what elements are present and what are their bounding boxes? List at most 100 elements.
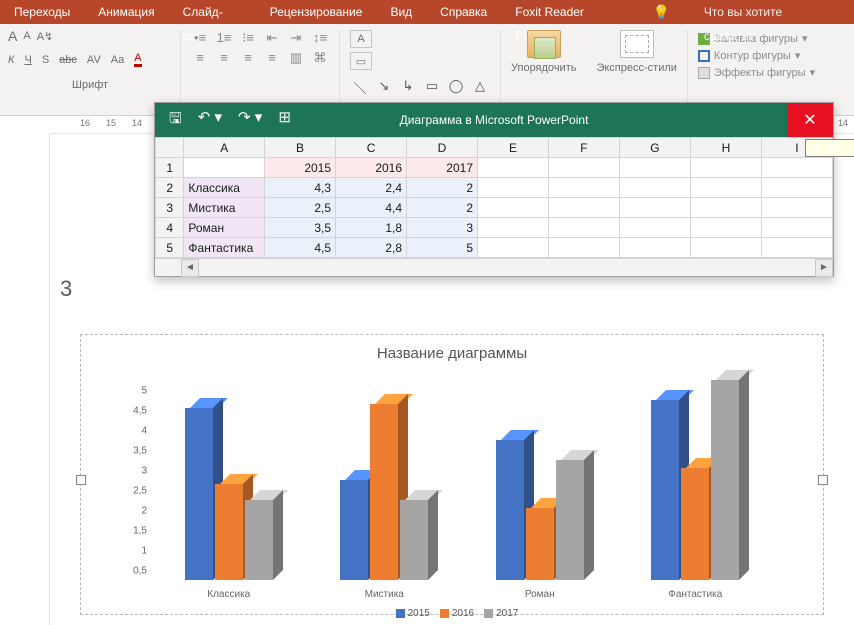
cell[interactable]: Роман: [184, 218, 265, 238]
cell[interactable]: [619, 158, 690, 178]
shrink-font-icon[interactable]: A: [23, 30, 30, 42]
cell[interactable]: 2017: [407, 158, 478, 178]
align-right-icon[interactable]: ≡: [239, 50, 257, 66]
italic-button[interactable]: К: [8, 54, 14, 66]
tab-view[interactable]: Вид: [376, 0, 426, 24]
shape-arrow-icon[interactable]: ↘: [374, 78, 394, 97]
bar-2015[interactable]: [185, 408, 213, 580]
char-spacing-button[interactable]: AV: [87, 54, 101, 66]
cell[interactable]: [184, 158, 265, 178]
cell[interactable]: 4,4: [336, 198, 407, 218]
legend-label[interactable]: 2016: [452, 608, 474, 619]
cell[interactable]: [619, 198, 690, 218]
row-header[interactable]: 1: [156, 158, 184, 178]
cell[interactable]: [761, 178, 832, 198]
cell[interactable]: [548, 178, 619, 198]
shape-line-icon[interactable]: ＼: [350, 78, 370, 97]
underline-button[interactable]: Ч: [24, 54, 31, 66]
bar-2016[interactable]: [681, 468, 709, 580]
bar-2016[interactable]: [215, 484, 243, 580]
shadow-button[interactable]: S: [42, 54, 49, 66]
shape-triangle-icon[interactable]: △: [470, 78, 490, 97]
column-header[interactable]: E: [478, 138, 549, 158]
multilevel-icon[interactable]: ⁝≡: [239, 30, 257, 46]
cell[interactable]: Мистика: [184, 198, 265, 218]
bar-2015[interactable]: [496, 440, 524, 580]
column-header[interactable]: G: [619, 138, 690, 158]
shape-connector-icon[interactable]: ↳: [398, 78, 418, 97]
tab-review[interactable]: Рецензирование: [256, 0, 377, 24]
row-header[interactable]: 3: [156, 198, 184, 218]
shape-effects-button[interactable]: Эффекты фигуры ▾: [698, 64, 815, 81]
cell[interactable]: 2015: [265, 158, 336, 178]
bar-2016[interactable]: [370, 404, 398, 580]
cell[interactable]: [761, 158, 832, 178]
chart-legend[interactable]: 2015 2016 2017: [91, 608, 813, 619]
cell[interactable]: 3,5: [265, 218, 336, 238]
cell[interactable]: [619, 238, 690, 258]
align-center-icon[interactable]: ≡: [215, 50, 233, 66]
shape-rect-icon[interactable]: ▭: [422, 78, 442, 97]
cell[interactable]: 3: [407, 218, 478, 238]
bar-2015[interactable]: [340, 480, 368, 580]
shape-outline-button[interactable]: Контур фигуры ▾: [698, 47, 815, 64]
bar-2017[interactable]: [400, 500, 428, 580]
cell[interactable]: [548, 218, 619, 238]
cell[interactable]: Фантастика: [184, 238, 265, 258]
strike-button[interactable]: abc: [59, 54, 77, 66]
cell[interactable]: 1,8: [336, 218, 407, 238]
row-header[interactable]: 5: [156, 238, 184, 258]
smartart-icon[interactable]: ⌘: [311, 50, 329, 66]
bar-2017[interactable]: [245, 500, 273, 580]
tab-foxit[interactable]: Foxit Reader PDF: [501, 0, 620, 24]
cell[interactable]: [548, 238, 619, 258]
row-header[interactable]: 2: [156, 178, 184, 198]
cell[interactable]: [478, 218, 549, 238]
line-spacing-icon[interactable]: ↕≡: [311, 30, 329, 46]
column-header[interactable]: B: [265, 138, 336, 158]
chart-object[interactable]: Название диаграммы 0,511,522,533,544,55 …: [80, 334, 824, 615]
bullets-icon[interactable]: •≡: [191, 30, 209, 46]
shape-oval-icon[interactable]: ◯: [446, 78, 466, 97]
cell[interactable]: 2,8: [336, 238, 407, 258]
cell[interactable]: [548, 158, 619, 178]
cell[interactable]: [619, 218, 690, 238]
cell[interactable]: [478, 198, 549, 218]
clear-formatting-icon[interactable]: A↯: [37, 30, 54, 43]
decrease-indent-icon[interactable]: ⇤: [263, 30, 281, 46]
cell[interactable]: [619, 178, 690, 198]
row-header[interactable]: 4: [156, 218, 184, 238]
cell[interactable]: Классика: [184, 178, 265, 198]
cell[interactable]: 4,3: [265, 178, 336, 198]
cell[interactable]: [761, 198, 832, 218]
numbering-icon[interactable]: 1≡: [215, 30, 233, 46]
cell[interactable]: [690, 238, 761, 258]
cell[interactable]: [478, 158, 549, 178]
tab-transitions[interactable]: Переходы: [0, 0, 84, 24]
scroll-left-icon[interactable]: ◄: [181, 259, 199, 277]
cell[interactable]: [761, 218, 832, 238]
cell[interactable]: [761, 238, 832, 258]
bar-2016[interactable]: [526, 508, 554, 580]
edit-data-icon[interactable]: ⊞: [278, 108, 291, 133]
bar-2017[interactable]: [711, 380, 739, 580]
cell[interactable]: 2,5: [265, 198, 336, 218]
cell[interactable]: 4,5: [265, 238, 336, 258]
increase-indent-icon[interactable]: ⇥: [287, 30, 305, 46]
justify-icon[interactable]: ≡: [263, 50, 281, 66]
cell[interactable]: [690, 198, 761, 218]
column-header[interactable]: A: [184, 138, 265, 158]
column-header[interactable]: H: [690, 138, 761, 158]
cell[interactable]: 5: [407, 238, 478, 258]
cell[interactable]: 2,4: [336, 178, 407, 198]
scroll-right-icon[interactable]: ►: [815, 259, 833, 277]
cell[interactable]: [548, 198, 619, 218]
change-case-button[interactable]: Aa: [111, 54, 124, 66]
legend-label[interactable]: 2017: [496, 608, 518, 619]
tab-animation[interactable]: Анимация: [84, 0, 168, 24]
legend-label[interactable]: 2015: [408, 608, 430, 619]
cell[interactable]: [690, 158, 761, 178]
cell[interactable]: 2: [407, 178, 478, 198]
cell[interactable]: [690, 218, 761, 238]
bar-2015[interactable]: [651, 400, 679, 580]
